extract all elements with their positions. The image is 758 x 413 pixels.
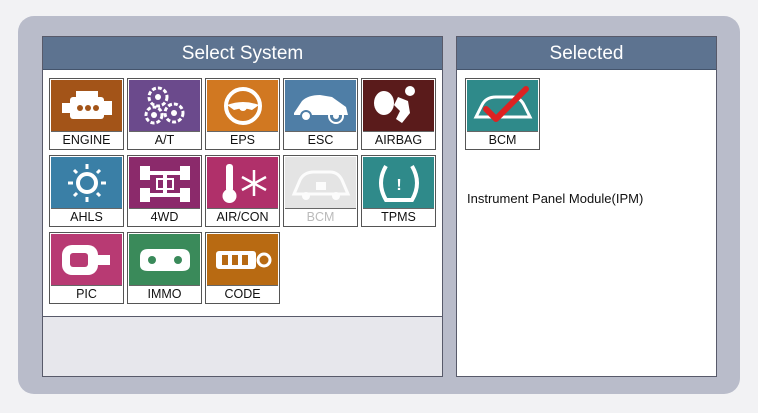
steering-wheel-icon [207,80,278,132]
system-tile-code[interactable]: CODE [205,232,280,304]
engine-icon [51,80,122,132]
system-tile-bcm[interactable]: BCM [465,78,540,150]
tile-label: EPS [207,131,278,149]
system-tile-esc[interactable]: ESC [283,78,358,150]
car-body-icon [285,157,356,209]
tile-label: A/T [129,131,200,149]
select-panel-footer [43,316,442,376]
thermometer-snowflake-icon [207,157,278,209]
tile-label: BCM [285,208,356,226]
system-tile-bcm: BCM [283,155,358,227]
system-tile-a-t[interactable]: A/T [127,78,202,150]
tile-label: IMMO [129,285,200,303]
drivetrain-icon [129,157,200,209]
selected-panel: Selected Instrument Panel Module(IPM) BC… [456,36,717,377]
tire-pressure-icon: ! [363,157,434,209]
select-system-title: Select System [43,37,442,70]
tile-label: TPMS [363,208,434,226]
select-system-panel: Select System ENGINE A/T EPS ESC AIRBAG AHLS 4… [42,36,443,377]
system-tile-4wd[interactable]: 4WD [127,155,202,227]
system-tile-immo[interactable]: IMMO [127,232,202,304]
system-tile-air-con[interactable]: AIR/CON [205,155,280,227]
car-check-icon [467,80,538,132]
selected-title: Selected [457,37,716,70]
system-tile-airbag[interactable]: AIRBAG [361,78,436,150]
selected-module-description: Instrument Panel Module(IPM) [467,191,644,206]
airbag-icon [363,80,434,132]
key-code-icon [207,234,278,286]
smart-key-icon [51,234,122,286]
car-skid-icon [285,80,356,132]
headlight-icon [51,157,122,209]
app-frame: Select System ENGINE A/T EPS ESC AIRBAG AHLS 4… [0,0,758,413]
gears-icon [129,80,200,132]
svg-text:!: ! [396,177,401,194]
system-tile-tpms[interactable]: ! TPMS [361,155,436,227]
tile-label: ESC [285,131,356,149]
system-tile-eps[interactable]: EPS [205,78,280,150]
system-tile-pic[interactable]: PIC [49,232,124,304]
tile-label: AHLS [51,208,122,226]
system-tile-engine[interactable]: ENGINE [49,78,124,150]
tile-label: PIC [51,285,122,303]
tile-label: CODE [207,285,278,303]
tile-label: BCM [467,131,538,149]
immobilizer-key-icon [129,234,200,286]
tile-label: AIRBAG [363,131,434,149]
tile-label: ENGINE [51,131,122,149]
tile-label: 4WD [129,208,200,226]
tile-label: AIR/CON [207,208,278,226]
system-tile-ahls[interactable]: AHLS [49,155,124,227]
